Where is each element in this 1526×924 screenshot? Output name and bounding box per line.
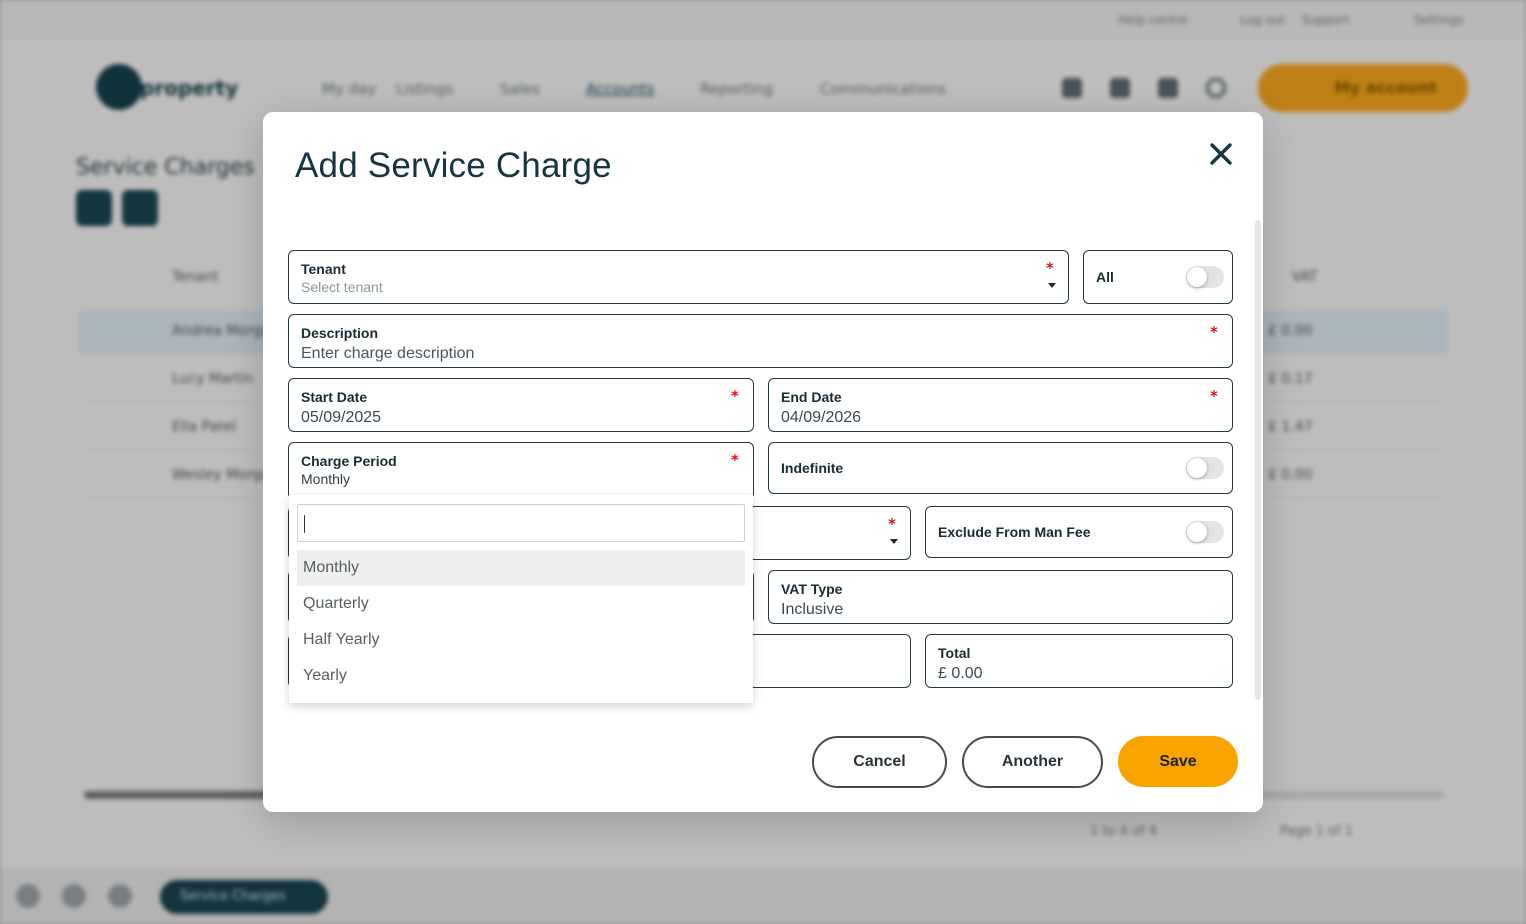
charge-period-label: Charge Period	[301, 453, 397, 469]
dropdown-option-monthly[interactable]: Monthly	[297, 550, 745, 586]
dropdown-search-input[interactable]	[297, 504, 745, 542]
add-service-charge-modal: Add Service Charge Tenant Select tenant …	[263, 112, 1263, 812]
modal-title: Add Service Charge	[295, 146, 612, 185]
vat-type-select[interactable]: VAT Type Inclusive	[768, 570, 1233, 624]
another-button[interactable]: Another	[962, 736, 1103, 788]
required-mark: *	[731, 451, 739, 469]
chevron-down-icon	[890, 539, 898, 544]
all-toggle[interactable]	[1186, 266, 1224, 288]
vat-type-label: VAT Type	[781, 581, 843, 597]
exclude-man-fee-label: Exclude From Man Fee	[938, 524, 1091, 540]
description-label: Description	[301, 325, 379, 341]
end-date-label: End Date	[781, 389, 842, 405]
total-label: Total	[938, 645, 971, 661]
charge-period-dropdown: Monthly Quarterly Half Yearly Yearly	[289, 495, 753, 703]
chevron-down-icon	[1048, 283, 1056, 288]
tenant-placeholder: Select tenant	[301, 279, 383, 295]
description-field[interactable]: Description Enter charge description *	[288, 314, 1233, 368]
charge-period-value: Monthly	[301, 471, 351, 487]
indefinite-toggle[interactable]	[1186, 457, 1224, 479]
all-label: All	[1096, 269, 1114, 285]
cancel-button[interactable]: Cancel	[812, 736, 947, 788]
start-date-label: Start Date	[301, 389, 368, 405]
end-date-field[interactable]: End Date 04/09/2026 *	[768, 378, 1233, 432]
tenant-label: Tenant	[301, 261, 346, 277]
indefinite-label: Indefinite	[781, 460, 844, 476]
toggle-knob	[1187, 267, 1207, 287]
charge-period-select[interactable]: Charge Period Monthly *	[288, 442, 754, 496]
indefinite-toggle-field: Indefinite	[768, 442, 1233, 494]
total-value: £ 0.00	[938, 665, 983, 682]
end-date-input[interactable]: 04/09/2026	[781, 409, 861, 427]
required-mark: *	[888, 515, 896, 533]
all-toggle-field: All	[1083, 250, 1233, 304]
modal-scrollbar[interactable]	[1255, 220, 1261, 700]
required-mark: *	[731, 387, 739, 405]
save-button[interactable]: Save	[1118, 736, 1238, 787]
toggle-knob	[1187, 522, 1207, 542]
dropdown-option-quarterly[interactable]: Quarterly	[297, 586, 745, 622]
exclude-man-fee-toggle[interactable]	[1186, 521, 1224, 543]
required-mark: *	[1046, 259, 1054, 277]
dropdown-option-half-yearly[interactable]: Half Yearly	[297, 622, 745, 658]
text-cursor	[304, 515, 305, 533]
close-icon[interactable]	[1207, 140, 1235, 168]
start-date-input[interactable]: 05/09/2025	[301, 409, 381, 427]
start-date-field[interactable]: Start Date 05/09/2025 *	[288, 378, 754, 432]
tenant-select[interactable]: Tenant Select tenant *	[288, 250, 1069, 304]
total-field: Total £ 0.00	[925, 634, 1233, 688]
description-input[interactable]: Enter charge description	[301, 345, 474, 363]
exclude-man-fee-field: Exclude From Man Fee	[925, 506, 1233, 558]
required-mark: *	[1210, 323, 1218, 341]
toggle-knob	[1187, 458, 1207, 478]
required-mark: *	[1210, 387, 1218, 405]
vat-type-value: Inclusive	[781, 601, 844, 618]
dropdown-option-yearly[interactable]: Yearly	[297, 658, 745, 694]
